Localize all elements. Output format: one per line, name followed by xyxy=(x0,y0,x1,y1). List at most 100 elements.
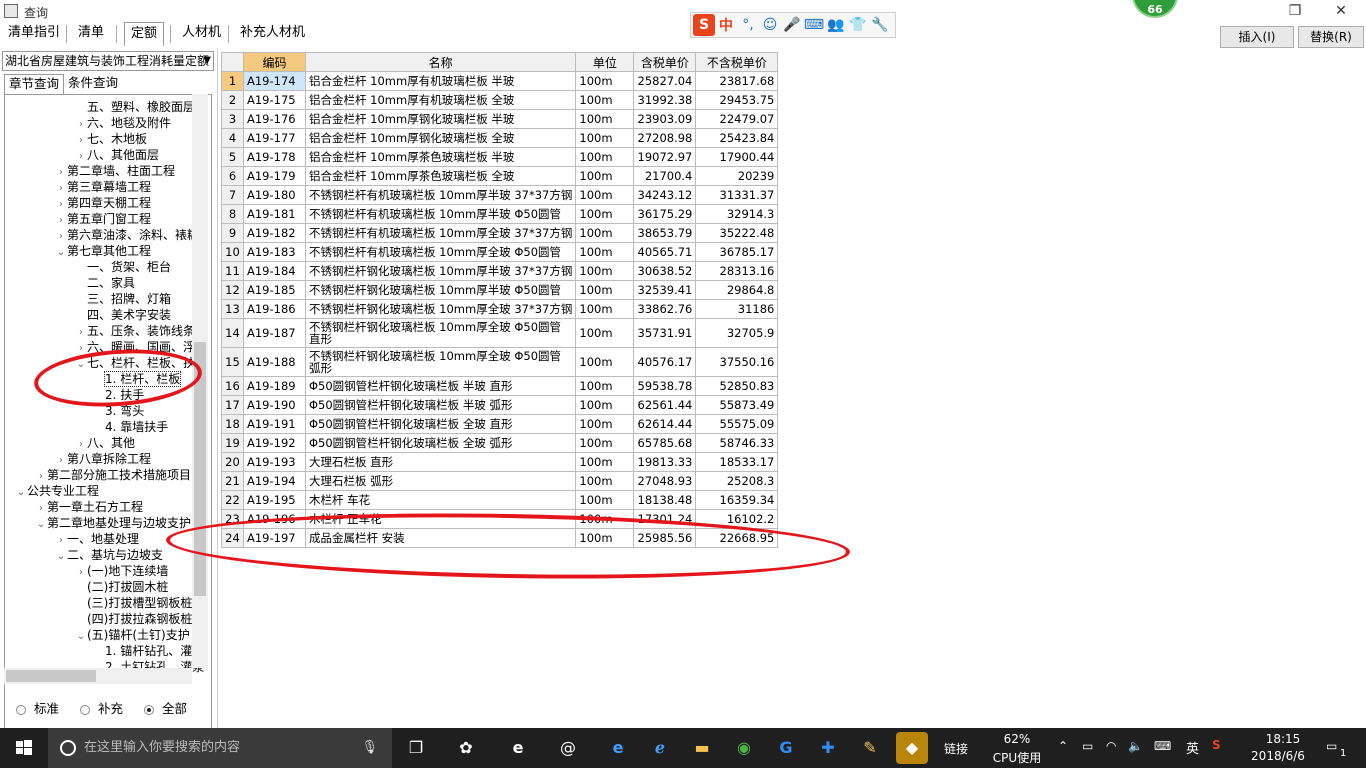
cell-unit[interactable]: 100m xyxy=(575,261,635,281)
radio-icon[interactable] xyxy=(144,704,154,715)
cell-price-notax[interactable]: 58746.33 xyxy=(695,433,779,453)
cell-unit[interactable]: 100m xyxy=(575,280,635,300)
tree-node[interactable]: 四、美术字安装 xyxy=(75,307,171,323)
cell-price-notax[interactable]: 22479.07 xyxy=(695,109,779,129)
row-number[interactable]: 18 xyxy=(221,414,244,434)
tree-node[interactable]: › (一)地下连续墙 xyxy=(75,563,168,579)
cell-price-tax[interactable]: 31992.38 xyxy=(633,90,697,110)
tree-node[interactable]: 五、塑料、橡胶面层 xyxy=(75,99,195,115)
cell-price-tax[interactable]: 25827.04 xyxy=(633,71,697,91)
tree-node[interactable]: › 第二章墙、柱面工程 xyxy=(55,163,175,179)
table-row[interactable]: 4 A19-177 铝合金栏杆 10mm厚钢化玻璃栏板 全玻 100m 27208.98… xyxy=(221,128,779,148)
360-browser-icon[interactable]: ◉ xyxy=(728,732,760,764)
table-row[interactable]: 11 A19-184 不锈钢栏杆钢化玻璃栏板 10mm厚半玻 37*37方钢 100m… xyxy=(221,261,779,281)
table-row[interactable]: 21 A19-194 大理石栏板 弧形 100m 27048.93 25208.3 xyxy=(221,471,779,491)
cell-name[interactable]: 铝合金栏杆 10mm厚茶色玻璃栏板 半玻 xyxy=(304,147,577,167)
volume-icon[interactable]: 🔈 xyxy=(1128,739,1143,753)
cell-unit[interactable]: 100m xyxy=(575,185,635,205)
insert-button[interactable]: 插入(I) xyxy=(1220,26,1294,48)
restore-button[interactable]: ❐ xyxy=(1272,0,1318,22)
tree-node[interactable]: ⌄ 二、基坑与边坡支 xyxy=(55,547,163,563)
notification-icon[interactable]: ▭ xyxy=(1326,739,1337,753)
cell-price-notax[interactable]: 36785.17 xyxy=(695,242,779,262)
tree-node[interactable]: › 第二部分施工技术措施项目 xyxy=(35,467,191,483)
cell-unit[interactable]: 100m xyxy=(575,71,635,91)
cell-code[interactable]: A19-177 xyxy=(243,128,306,148)
notes-app-icon[interactable]: ✎ xyxy=(854,732,886,764)
cell-price-tax[interactable]: 38653.79 xyxy=(633,223,697,243)
table-row[interactable]: 12 A19-185 不锈钢栏杆钢化玻璃栏板 10mm厚半玻 Φ50圆管 100m 32… xyxy=(221,280,779,300)
cell-price-notax[interactable]: 52850.83 xyxy=(695,376,779,396)
cell-name[interactable]: 不锈钢栏杆有机玻璃栏板 10mm厚半玻 Φ50圆管 xyxy=(304,204,577,224)
cell-code[interactable]: A19-180 xyxy=(243,185,306,205)
tree-node[interactable]: ⌄ 公共专业工程 xyxy=(15,483,99,499)
cell-unit[interactable]: 100m xyxy=(575,90,635,110)
chevron-up-icon[interactable]: ⌃ xyxy=(1058,739,1068,753)
tree-horizontal-scrollbar[interactable] xyxy=(4,668,192,684)
cell-price-tax[interactable]: 27048.93 xyxy=(633,471,697,491)
pinwheel-app-icon[interactable]: ✿ xyxy=(450,732,482,764)
cell-price-tax[interactable]: 35731.91 xyxy=(633,318,697,348)
wifi-icon[interactable]: ◠ xyxy=(1106,739,1116,753)
row-number[interactable]: 17 xyxy=(221,395,244,415)
cell-code[interactable]: A19-174 xyxy=(243,71,306,91)
tab-labor-material[interactable]: 人材机 xyxy=(176,22,227,46)
cell-unit[interactable]: 100m xyxy=(575,347,635,377)
table-row[interactable]: 18 A19-191 Φ50圆钢管栏杆钢化玻璃栏板 全玻 直形 100m 62614.4… xyxy=(221,414,779,434)
row-number[interactable]: 16 xyxy=(221,376,244,396)
cell-price-notax[interactable]: 29453.75 xyxy=(695,90,779,110)
cell-code[interactable]: A19-178 xyxy=(243,147,306,167)
radio-standard[interactable]: 标准 xyxy=(16,698,59,717)
row-number[interactable]: 10 xyxy=(221,242,244,262)
tree-node[interactable]: 三、招牌、灯箱 xyxy=(75,291,171,307)
tree-node[interactable]: › 第一章土石方工程 xyxy=(35,499,143,515)
radio-icon[interactable] xyxy=(80,704,90,715)
tab-supplement-labor-material[interactable]: 补充人材机 xyxy=(234,22,311,46)
cell-name[interactable]: 大理石栏板 弧形 xyxy=(304,471,577,491)
tab-bill[interactable]: 清单 xyxy=(72,22,110,46)
cell-price-tax[interactable]: 21700.4 xyxy=(633,166,697,186)
cell-price-tax[interactable]: 59538.78 xyxy=(633,376,697,396)
table-row[interactable]: 14 A19-187 不锈钢栏杆钢化玻璃栏板 10mm厚全玻 Φ50圆管 直形 100… xyxy=(221,318,779,348)
cell-name[interactable]: Φ50圆钢管栏杆钢化玻璃栏板 半玻 弧形 xyxy=(304,395,577,415)
sogou-tray-icon[interactable]: S xyxy=(1212,738,1221,752)
cell-code[interactable]: A19-192 xyxy=(243,433,306,453)
table-row[interactable]: 19 A19-192 Φ50圆钢管栏杆钢化玻璃栏板 全玻 弧形 100m 65785.6… xyxy=(221,433,779,453)
battery-icon[interactable]: ▭ xyxy=(1082,739,1093,753)
cell-price-tax[interactable]: 62614.44 xyxy=(633,414,697,434)
cell-name[interactable]: Φ50圆钢管栏杆钢化玻璃栏板 全玻 弧形 xyxy=(304,433,577,453)
tree-node[interactable]: › 第四章天棚工程 xyxy=(55,195,151,211)
cell-unit[interactable]: 100m xyxy=(575,204,635,224)
cell-price-tax[interactable]: 40576.17 xyxy=(633,347,697,377)
row-number[interactable]: 15 xyxy=(221,347,244,377)
tree-node[interactable]: › 第八章拆除工程 xyxy=(55,451,151,467)
row-number[interactable]: 13 xyxy=(221,299,244,319)
radio-supplement[interactable]: 补充 xyxy=(80,698,123,717)
row-number[interactable]: 9 xyxy=(221,223,244,243)
table-row[interactable]: 10 A19-183 不锈钢栏杆有机玻璃栏板 10mm厚全玻 Φ50圆管 100m 40… xyxy=(221,242,779,262)
cell-name[interactable]: 不锈钢栏杆钢化玻璃栏板 10mm厚全玻 Φ50圆管 弧形 xyxy=(304,347,577,377)
floating-badge[interactable]: 66 xyxy=(1132,0,1178,18)
cell-name[interactable]: 木栏杆 车花 xyxy=(304,490,577,510)
cell-price-notax[interactable]: 32705.9 xyxy=(695,318,779,348)
cell-price-tax[interactable]: 33862.76 xyxy=(633,299,697,319)
table-row[interactable]: 17 A19-190 Φ50圆钢管栏杆钢化玻璃栏板 半玻 弧形 100m 62561.4… xyxy=(221,395,779,415)
tree-node[interactable]: › 七、木地板 xyxy=(75,131,147,147)
cell-unit[interactable]: 100m xyxy=(575,395,635,415)
tab-chapter-query[interactable]: 章节查询 xyxy=(4,74,65,94)
column-header-code[interactable]: 编码 xyxy=(243,52,306,72)
microphone-icon[interactable]: 🎙 xyxy=(361,728,378,768)
cell-name[interactable]: 不锈钢栏杆钢化玻璃栏板 10mm厚全玻 37*37方钢 xyxy=(304,299,577,319)
column-header-price-tax[interactable]: 含税单价 xyxy=(633,52,697,72)
cell-price-notax[interactable]: 17900.44 xyxy=(695,147,779,167)
cell-code[interactable]: A19-194 xyxy=(243,471,306,491)
cell-name[interactable]: Φ50圆钢管栏杆钢化玻璃栏板 全玻 直形 xyxy=(304,414,577,434)
cell-name[interactable]: 不锈钢栏杆有机玻璃栏板 10mm厚全玻 37*37方钢 xyxy=(304,223,577,243)
tree-node[interactable]: › 一、地基处理 xyxy=(55,531,139,547)
start-button[interactable] xyxy=(0,728,48,768)
table-row[interactable]: 7 A19-180 不锈钢栏杆有机玻璃栏板 10mm厚半玻 37*37方钢 100m 3… xyxy=(221,185,779,205)
cell-price-notax[interactable]: 31186 xyxy=(695,299,779,319)
row-number[interactable]: 5 xyxy=(221,147,244,167)
cell-code[interactable]: A19-193 xyxy=(243,452,306,472)
cell-unit[interactable]: 100m xyxy=(575,318,635,348)
